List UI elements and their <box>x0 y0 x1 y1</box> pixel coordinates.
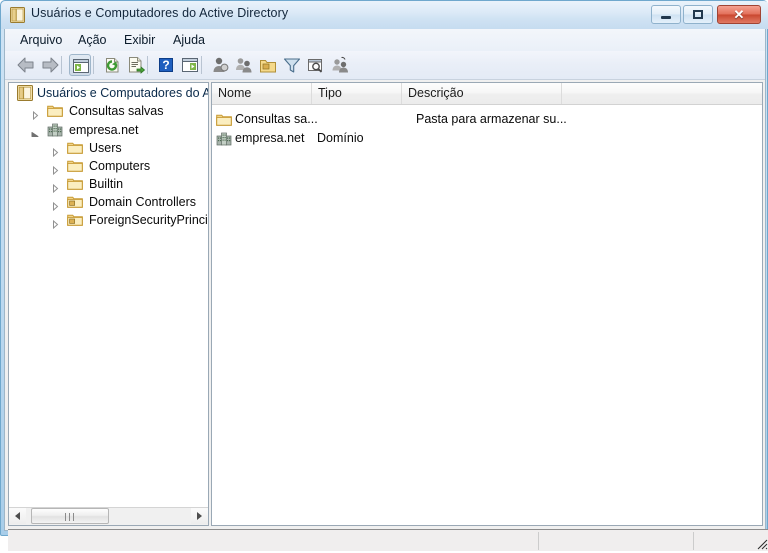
chevron-right-icon[interactable] <box>31 107 40 121</box>
tree-item-label: Usuários e Computadores do Ac <box>37 86 208 100</box>
ou-folder-icon <box>67 212 83 228</box>
chevron-right-icon[interactable] <box>51 180 60 194</box>
close-icon: ✕ <box>733 7 745 22</box>
tree-item-label: Consultas salvas <box>69 104 164 118</box>
ou-folder-icon <box>67 194 83 210</box>
restore-icon <box>684 6 712 23</box>
results-list-panel[interactable]: Nome Tipo Descrição Consultas sa... Past… <box>211 82 763 526</box>
maximize-restore-button[interactable] <box>683 5 713 24</box>
export-list-icon[interactable] <box>125 54 147 76</box>
listview-header: Nome Tipo Descrição <box>212 83 762 105</box>
toolbar-separator <box>147 56 148 74</box>
console-tree-panel[interactable]: Usuários e Computadores do Ac Consultas … <box>8 82 209 526</box>
application-window: Usuários e Computadores do Active Direct… <box>0 0 768 551</box>
scrollbar-grip-icon <box>65 513 75 521</box>
svg-text:?: ? <box>162 58 169 72</box>
tree-item-label: Users <box>89 141 122 155</box>
cell-tipo <box>317 110 402 129</box>
minimize-icon <box>652 6 680 23</box>
status-divider <box>693 532 694 550</box>
menu-ajuda[interactable]: Ajuda <box>168 32 210 48</box>
tree-horizontal-scrollbar[interactable] <box>9 507 208 525</box>
new-group-icon[interactable] <box>233 54 255 76</box>
client-area: Arquivo Ação Exibir Ajuda ? Usuários e C… <box>4 29 768 551</box>
show-hide-tree-icon[interactable] <box>69 54 91 76</box>
table-row[interactable]: Consultas sa... Pasta para armazenar su.… <box>216 110 760 129</box>
cell-descricao <box>416 129 616 148</box>
chevron-down-icon[interactable] <box>31 126 40 137</box>
back-arrow-icon[interactable] <box>15 54 37 76</box>
table-row[interactable]: empresa.net Domínio <box>216 129 760 148</box>
column-header-tipo[interactable]: Tipo <box>312 83 402 104</box>
tree-view[interactable]: Usuários e Computadores do Ac Consultas … <box>9 83 208 507</box>
console-book-icon <box>17 85 33 101</box>
folder-icon <box>47 103 63 119</box>
cell-nome: empresa.net <box>235 131 305 145</box>
status-bar <box>8 529 768 551</box>
menu-exibir[interactable]: Exibir <box>119 32 160 48</box>
column-header-blank[interactable] <box>562 83 762 104</box>
domain-icon <box>47 122 63 138</box>
tree-item-label: Computers <box>89 159 151 173</box>
chevron-right-icon[interactable] <box>51 216 60 230</box>
toolbar: ? <box>5 51 765 80</box>
close-button[interactable]: ✕ <box>717 5 761 24</box>
filter-icon[interactable] <box>281 54 303 76</box>
menu-arquivo[interactable]: Arquivo <box>15 32 67 48</box>
folder-icon <box>216 112 232 128</box>
status-divider <box>538 532 539 550</box>
menu-bar: Arquivo Ação Exibir Ajuda <box>5 29 765 52</box>
column-header-nome[interactable]: Nome <box>212 83 312 104</box>
title-bar: Usuários e Computadores do Active Direct… <box>1 1 768 29</box>
scrollbar-thumb[interactable] <box>31 508 109 524</box>
forward-arrow-icon[interactable] <box>39 54 61 76</box>
chevron-right-icon[interactable] <box>51 144 60 158</box>
folder-icon <box>67 176 83 192</box>
add-members-icon[interactable] <box>329 54 351 76</box>
console-book-icon <box>10 7 25 23</box>
cell-tipo: Domínio <box>317 131 364 145</box>
refresh-icon[interactable] <box>101 54 123 76</box>
folder-icon <box>67 158 83 174</box>
folder-icon <box>67 140 83 156</box>
cell-nome: Consultas sa... <box>235 112 318 126</box>
toolbar-separator <box>201 56 202 74</box>
tree-item-label: empresa.net <box>69 123 139 137</box>
minimize-button[interactable] <box>651 5 681 24</box>
window-title: Usuários e Computadores do Active Direct… <box>31 6 289 20</box>
toolbar-separator <box>61 56 62 74</box>
toolbar-separator <box>93 56 94 74</box>
new-ou-icon[interactable] <box>257 54 279 76</box>
cell-descricao: Pasta para armazenar su... <box>416 112 567 126</box>
scroll-left-arrow-icon[interactable] <box>9 508 26 524</box>
scroll-right-arrow-icon[interactable] <box>191 508 208 524</box>
find-icon[interactable] <box>305 54 327 76</box>
tree-item-label: ForeignSecurityPrincipals <box>89 213 208 227</box>
properties-window-icon[interactable] <box>179 54 201 76</box>
domain-icon <box>216 131 232 147</box>
resize-grip-icon[interactable] <box>755 537 768 550</box>
tree-item-label: Domain Controllers <box>89 195 196 209</box>
chevron-right-icon[interactable] <box>51 198 60 212</box>
column-header-descricao[interactable]: Descrição <box>402 83 562 104</box>
new-user-icon[interactable] <box>209 54 231 76</box>
tree-item-label: Builtin <box>89 177 124 191</box>
menu-acao[interactable]: Ação <box>73 32 112 48</box>
chevron-right-icon[interactable] <box>51 162 60 176</box>
help-icon[interactable]: ? <box>155 54 177 76</box>
